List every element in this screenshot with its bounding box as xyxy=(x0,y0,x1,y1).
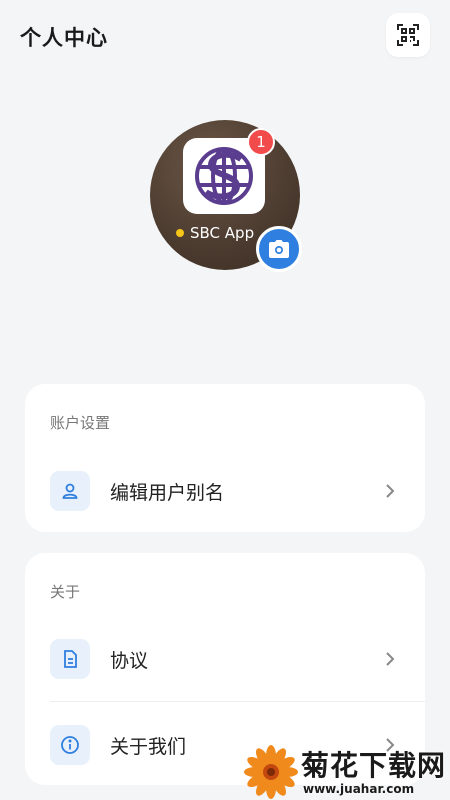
watermark: 菊花下载网 www.juahar.com xyxy=(243,740,450,800)
section-title-about: 关于 xyxy=(50,583,81,601)
account-settings-card: 账户设置 编辑用户别名 xyxy=(25,384,425,532)
section-title-account: 账户设置 xyxy=(50,414,111,432)
header: 个人中心 xyxy=(0,0,450,72)
camera-icon xyxy=(269,240,289,258)
sbc-globe-logo xyxy=(195,147,253,205)
edit-alias-row[interactable]: 编辑用户别名 xyxy=(25,449,425,533)
document-icon xyxy=(64,650,77,668)
watermark-title: 菊花下载网 xyxy=(301,749,447,782)
app-name: SBC App xyxy=(190,224,255,242)
profile-section: SBC App 1 xyxy=(150,120,302,272)
camera-button[interactable] xyxy=(256,226,302,272)
notification-badge: 1 xyxy=(247,128,275,156)
chevron-right-icon xyxy=(385,483,395,499)
divider xyxy=(50,701,425,702)
app-name-row: SBC App xyxy=(176,224,254,242)
flower-logo-icon xyxy=(244,745,298,799)
page-title: 个人中心 xyxy=(20,26,108,50)
qr-scan-button[interactable] xyxy=(386,13,430,57)
row-icon-box xyxy=(50,639,90,679)
row-icon-box xyxy=(50,725,90,765)
edit-alias-label: 编辑用户别名 xyxy=(110,481,225,504)
user-icon xyxy=(62,483,78,499)
agreement-label: 协议 xyxy=(110,649,149,672)
row-icon-box xyxy=(50,471,90,511)
watermark-url: www.juahar.com xyxy=(303,782,415,796)
status-dot xyxy=(176,229,184,237)
qr-scan-icon xyxy=(397,24,419,46)
agreement-row[interactable]: 协议 xyxy=(25,617,425,701)
chevron-right-icon xyxy=(385,651,395,667)
info-icon xyxy=(61,736,79,754)
